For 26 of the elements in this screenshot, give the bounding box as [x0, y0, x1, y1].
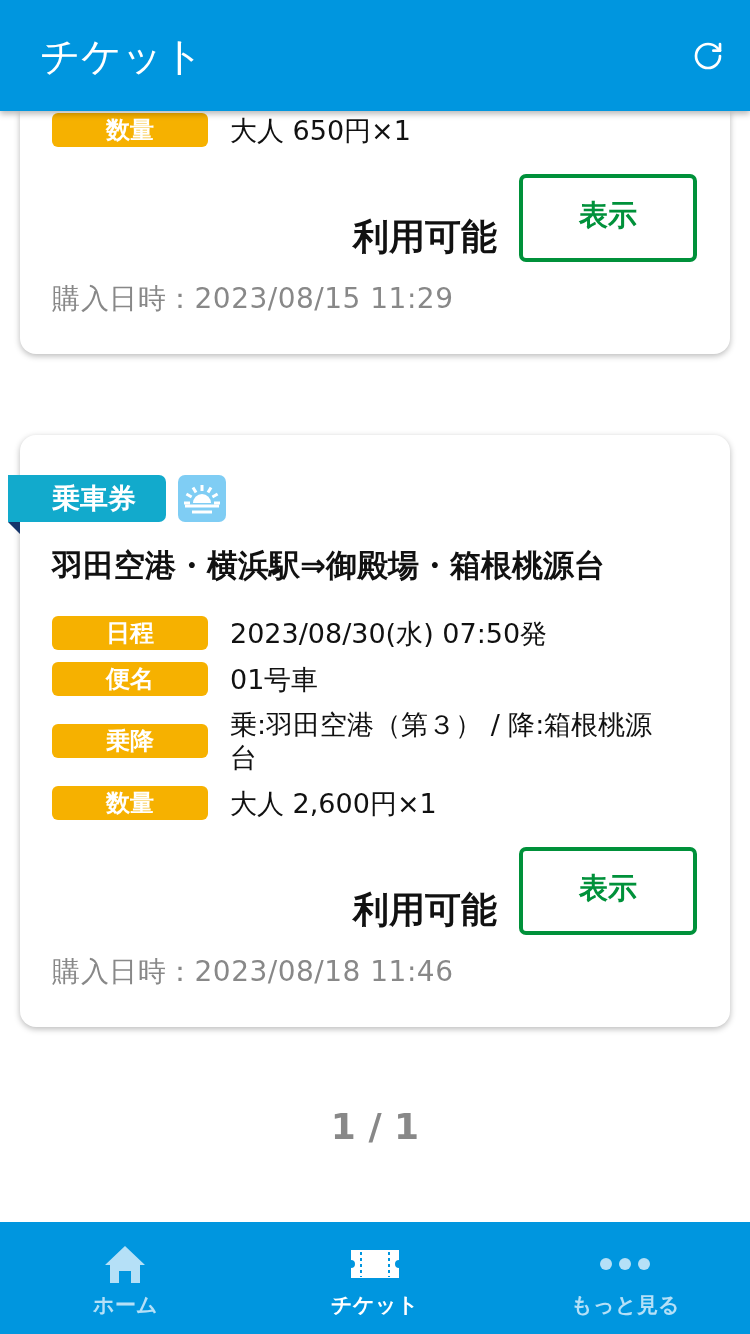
- route-title: 羽田空港・横浜駅⇒御殿場・箱根桃源台: [52, 546, 606, 585]
- sunrise-icon: [178, 475, 226, 522]
- nav-tab[interactable]: ホーム: [0, 1222, 250, 1334]
- detail-value: 01号車: [230, 662, 320, 696]
- page-indicator: 1 / 1: [330, 1105, 420, 1149]
- detail-value: 乗:羽田空港（第３） / 降:箱根桃源台: [230, 708, 654, 774]
- detail-label: 便名: [52, 662, 208, 696]
- detail-label: 数量: [52, 786, 208, 820]
- ribbon-fold-icon: [8, 522, 20, 534]
- purchase-date: 購入日時：2023/08/15 11:29: [52, 282, 455, 316]
- ticket-type-tag: 乗車券: [8, 475, 166, 522]
- detail-value: 大人 650円×1: [230, 113, 412, 147]
- show-button[interactable]: 表示: [519, 174, 697, 262]
- detail-label: 乗降: [52, 724, 208, 758]
- detail-label: 数量: [52, 113, 208, 147]
- page-title: チケット: [40, 31, 204, 81]
- home-icon: [105, 1244, 145, 1284]
- ticket-status: 利用可能: [353, 215, 497, 259]
- detail-value: 2023/08/30(水) 07:50発: [230, 616, 549, 650]
- purchase-date: 購入日時：2023/08/18 11:46: [52, 955, 455, 989]
- nav-tab[interactable]: チケット: [250, 1222, 500, 1334]
- nav-tab[interactable]: もっと見る: [500, 1222, 750, 1334]
- detail-value: 大人 2,600円×1: [230, 786, 438, 820]
- show-button[interactable]: 表示: [519, 847, 697, 935]
- detail-label: 日程: [52, 616, 208, 650]
- ticket-status: 利用可能: [353, 888, 497, 932]
